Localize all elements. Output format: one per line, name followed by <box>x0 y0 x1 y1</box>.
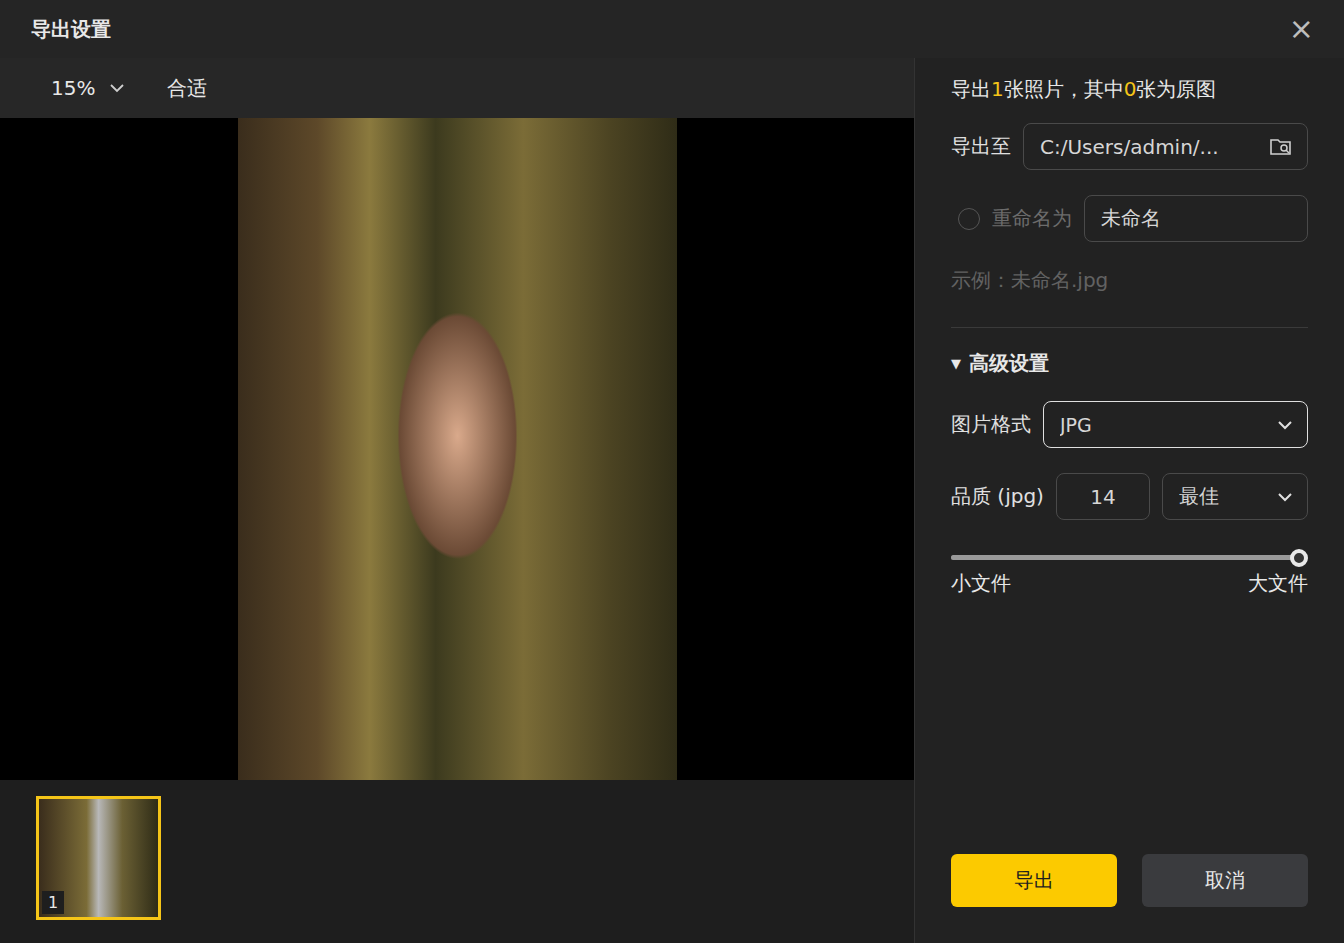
rename-row: 重命名为 未命名 <box>951 195 1308 242</box>
chevron-down-icon <box>109 83 125 93</box>
settings-panel: 导出1张照片，其中0张为原图 导出至 C:/Users/admin/... 重命… <box>915 58 1344 943</box>
export-summary: 导出1张照片，其中0张为原图 <box>951 75 1308 103</box>
slider-track <box>951 555 1299 560</box>
chevron-down-icon <box>1277 492 1293 502</box>
export-path-label: 导出至 <box>951 133 1011 160</box>
expand-icon: ▼ <box>951 356 961 371</box>
chevron-down-icon <box>1277 420 1293 430</box>
quality-label: 品质 (jpg) <box>951 483 1044 510</box>
primary-button[interactable]: 导出 <box>951 854 1117 907</box>
format-row: 图片格式 JPG <box>951 401 1308 448</box>
slider-min-label: 小文件 <box>951 570 1011 597</box>
dialog-title: 导出设置 <box>31 16 111 43</box>
quality-row: 品质 (jpg) 14 最佳 <box>951 473 1308 520</box>
zoom-dropdown[interactable]: 15% <box>51 76 125 100</box>
preview-stage <box>0 118 914 780</box>
quality-value: 14 <box>1090 485 1115 509</box>
fit-button[interactable]: 合适 <box>167 75 207 102</box>
quality-input[interactable]: 14 <box>1056 473 1150 520</box>
thumbnail[interactable]: 1 <box>36 796 161 920</box>
rename-label: 重命名为 <box>992 205 1072 232</box>
divider <box>951 327 1308 328</box>
export-path-value: C:/Users/admin/... <box>1040 135 1219 159</box>
format-dropdown[interactable]: JPG <box>1043 401 1308 448</box>
export-path-row: 导出至 C:/Users/admin/... <box>951 123 1308 170</box>
filename-example: 示例：未命名.jpg <box>951 267 1308 294</box>
export-dialog: 导出设置 × 15% 合适 1 导出1张照片，其中0张为原图 导出至 C:/Us… <box>0 0 1344 943</box>
quality-slider[interactable] <box>951 545 1308 566</box>
export-path-field[interactable]: C:/Users/admin/... <box>1023 123 1308 170</box>
slider-max-label: 大文件 <box>1248 570 1308 597</box>
quality-preset-dropdown[interactable]: 最佳 <box>1162 473 1308 520</box>
format-label: 图片格式 <box>951 411 1031 438</box>
format-value: JPG <box>1060 414 1092 436</box>
secondary-button[interactable]: 取消 <box>1142 854 1308 907</box>
rename-field[interactable]: 未命名 <box>1084 195 1308 242</box>
advanced-label: 高级设置 <box>969 350 1049 377</box>
advanced-toggle[interactable]: ▼ 高级设置 <box>951 350 1308 377</box>
preview-panel: 15% 合适 1 <box>0 58 915 943</box>
slider-thumb[interactable] <box>1290 549 1308 567</box>
preview-photo <box>238 118 677 780</box>
quality-preset: 最佳 <box>1179 483 1219 510</box>
slider-fill <box>951 555 1299 560</box>
folder-search-icon[interactable] <box>1269 136 1293 158</box>
rename-radio <box>958 208 980 230</box>
close-button[interactable]: × <box>1289 14 1314 44</box>
zoom-value: 15% <box>51 76 95 100</box>
title-bar: 导出设置 × <box>0 0 1344 58</box>
thumbnail-strip: 1 <box>0 780 914 943</box>
button-row: 导出取消 <box>951 854 1308 907</box>
rename-value: 未命名 <box>1101 205 1161 232</box>
thumbnail-index: 1 <box>42 891 64 914</box>
slider-labels: 小文件 大文件 <box>951 570 1308 597</box>
preview-toolbar: 15% 合适 <box>0 58 914 118</box>
